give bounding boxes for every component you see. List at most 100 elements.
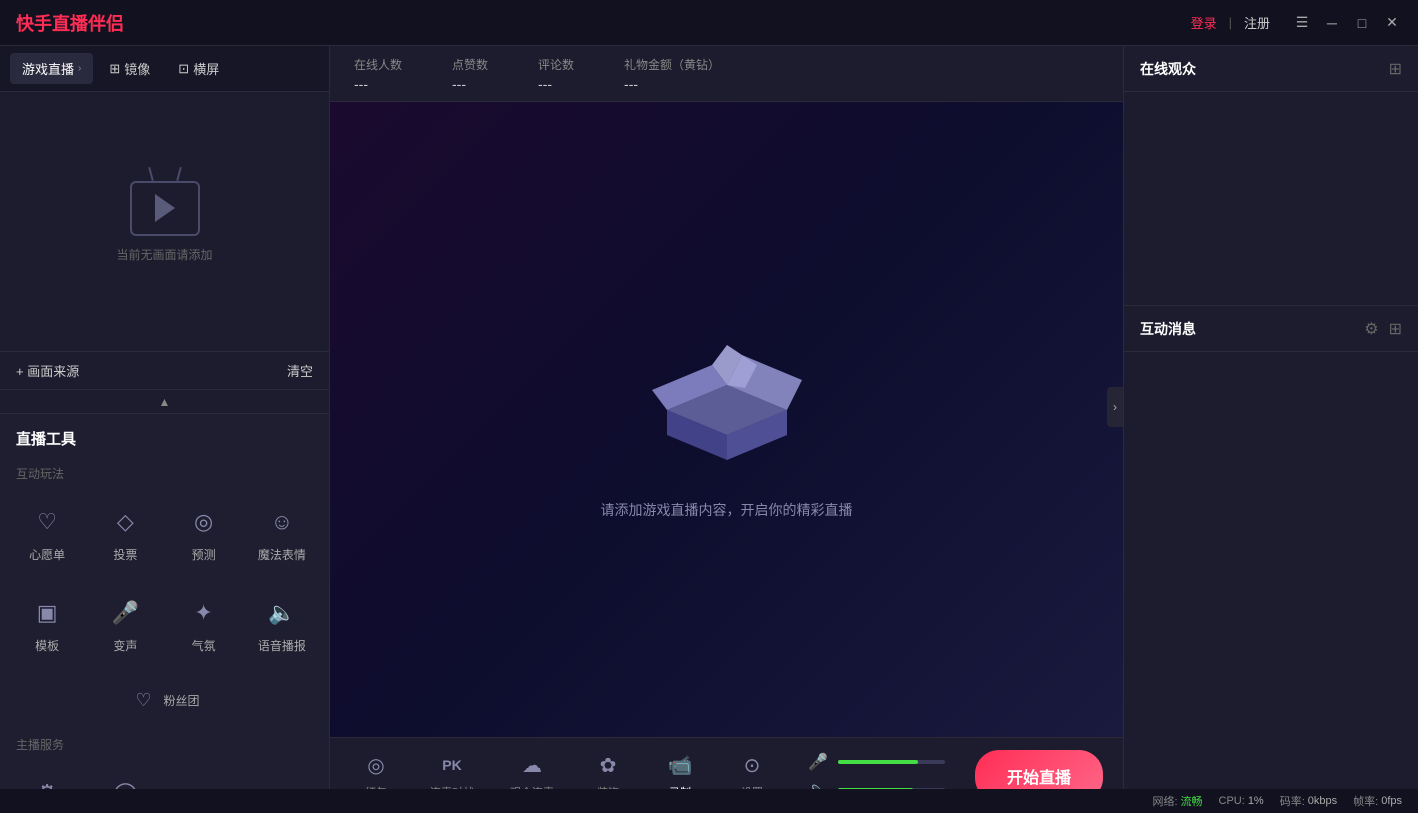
bitrate-label: 码率: — [1280, 793, 1305, 809]
wishlist-label: 心愿单 — [29, 546, 65, 563]
left-panel: 游戏直播 › ⊞ 镜像 ⊡ 横屏 当前无画面请添加 — [0, 46, 330, 813]
mic-volume-bar[interactable] — [838, 760, 945, 764]
source-controls: + 画面来源 清空 — [0, 352, 329, 390]
stat-online: 在线人数 --- — [354, 56, 402, 92]
network-label: 网络: — [1152, 793, 1177, 809]
play-triangle-icon — [155, 194, 175, 222]
right-panel: 在线观众 ⊞ 互动消息 ⚙ ⊞ › — [1123, 46, 1418, 813]
atmosphere-label: 气氛 — [192, 637, 216, 654]
tool-predict[interactable]: ◎ 预测 — [165, 492, 243, 575]
online-viewers-header: 在线观众 ⊞ — [1124, 46, 1418, 92]
menu-icon[interactable]: ☰ — [1292, 14, 1312, 31]
status-fps: 帧率: 0fps — [1353, 793, 1402, 809]
status-bar: 网络: 流畅 CPU: 1% 码率: 0kbps 帧率: 0fps — [0, 789, 1418, 813]
status-bitrate: 码率: 0kbps — [1280, 793, 1337, 809]
stat-likes-label: 点赞数 — [452, 56, 488, 73]
mic-icon: 🎤 — [808, 752, 828, 772]
stat-comments-value: --- — [538, 76, 574, 92]
tool-vote[interactable]: ◇ 投票 — [86, 492, 164, 575]
collapse-arrow-icon: ▲ — [159, 395, 171, 409]
vote-label: 投票 — [113, 546, 137, 563]
close-button[interactable]: ✕ — [1382, 14, 1402, 31]
center-panel: 在线人数 --- 点赞数 --- 评论数 --- 礼物金额（黄钻） --- — [330, 46, 1123, 813]
voice-broadcast-icon: 🔈 — [264, 595, 300, 631]
magic-face-icon: ☺ — [264, 504, 300, 540]
atmosphere-icon: ✦ — [186, 595, 222, 631]
messages-header: 互动消息 ⚙ ⊞ — [1124, 306, 1418, 352]
bitrate-value: 0kbps — [1308, 795, 1337, 807]
stat-online-label: 在线人数 — [354, 56, 402, 73]
predict-label: 预测 — [192, 546, 216, 563]
separator: | — [1229, 15, 1232, 30]
audience-link-icon: ☁ — [518, 751, 546, 779]
interactive-section-label: 互动玩法 — [0, 457, 329, 488]
tab-game-live-label: 游戏直播 — [22, 59, 74, 78]
stat-likes-value: --- — [452, 76, 488, 92]
online-viewers-panel: 在线观众 ⊞ — [1124, 46, 1418, 306]
preview-label: 当前无画面请添加 — [116, 246, 212, 263]
messages-settings-icon[interactable]: ⚙ — [1364, 319, 1378, 339]
window-controls: ☰ ─ □ ✕ — [1292, 14, 1402, 31]
voice-icon: 🎤 — [107, 595, 143, 631]
add-source-button[interactable]: + 画面来源 — [16, 361, 79, 380]
tool-voice[interactable]: 🎤 变声 — [86, 583, 164, 666]
network-value: 流畅 — [1181, 793, 1203, 809]
video-preview: 请添加游戏直播内容，开启你的精彩直播 — [330, 102, 1123, 737]
tab-game-live[interactable]: 游戏直播 › — [10, 53, 93, 84]
stat-gifts: 礼物金额（黄钻） --- — [624, 56, 720, 92]
title-right: 登录 | 注册 ☰ ─ □ ✕ — [1191, 13, 1402, 32]
tool-atmosphere[interactable]: ✦ 气氛 — [165, 583, 243, 666]
tab-mirror[interactable]: ⊞ 镜像 — [97, 53, 162, 84]
right-collapse-button[interactable]: › — [1107, 387, 1123, 427]
tool-voice-broadcast[interactable]: 🔈 语音播报 — [243, 583, 321, 666]
stats-bar: 在线人数 --- 点赞数 --- 评论数 --- 礼物金额（黄钻） --- — [330, 46, 1123, 102]
stat-gifts-label: 礼物金额（黄钻） — [624, 56, 720, 73]
tools-grid-row2: ▣ 模板 🎤 变声 ✦ 气氛 🔈 语音播报 — [0, 579, 329, 670]
tab-mirror-label: 镜像 — [124, 59, 150, 78]
preview-area: 当前无画面请添加 — [0, 92, 329, 352]
chevron-icon: › — [78, 63, 81, 74]
stat-comments: 评论数 --- — [538, 56, 574, 92]
pk-icon: PK — [438, 751, 466, 779]
interactive-messages-panel: 互动消息 ⚙ ⊞ — [1124, 306, 1418, 813]
stat-online-value: --- — [354, 76, 402, 92]
vote-icon: ◇ — [107, 504, 143, 540]
online-viewers-title: 在线观众 — [1140, 59, 1196, 79]
template-label: 模板 — [35, 637, 59, 654]
tool-template[interactable]: ▣ 模板 — [8, 583, 86, 666]
preview-tv-icon — [130, 181, 200, 236]
template-icon: ▣ — [29, 595, 65, 631]
collapse-row[interactable]: ▲ — [0, 390, 329, 414]
live-tools-title: 直播工具 — [0, 414, 329, 457]
preview-hint: 请添加游戏直播内容，开启你的精彩直播 — [601, 500, 853, 520]
fps-value: 0fps — [1381, 795, 1402, 807]
tab-landscape-label: 横屏 — [193, 59, 219, 78]
tool-magic-face[interactable]: ☺ 魔法表情 — [243, 492, 321, 575]
login-button[interactable]: 登录 — [1191, 13, 1217, 32]
online-viewers-expand-icon[interactable]: ⊞ — [1389, 59, 1402, 79]
restore-button[interactable]: □ — [1352, 15, 1372, 31]
fans-label: 粉丝团 — [163, 692, 199, 709]
record-icon: 📹 — [666, 751, 694, 779]
status-network: 网络: 流畅 — [1152, 793, 1202, 809]
minimize-button[interactable]: ─ — [1322, 15, 1342, 31]
messages-expand-icon[interactable]: ⊞ — [1389, 319, 1402, 339]
cpu-value: 1% — [1248, 795, 1264, 807]
messages-title: 互动消息 — [1140, 319, 1196, 339]
status-cpu: CPU: 1% — [1219, 795, 1264, 807]
tool-fans[interactable]: ♡ 粉丝团 — [16, 678, 313, 722]
tab-landscape[interactable]: ⊡ 横屏 — [166, 53, 231, 84]
voice-label: 变声 — [113, 637, 137, 654]
register-button[interactable]: 注册 — [1244, 13, 1270, 32]
tool-wishlist[interactable]: ♡ 心愿单 — [8, 492, 86, 575]
live-tools: 直播工具 互动玩法 ♡ 心愿单 ◇ 投票 ◎ 预测 ☺ 魔法表情 — [0, 414, 329, 813]
stat-likes: 点赞数 --- — [452, 56, 488, 92]
cpu-label: CPU: — [1219, 795, 1245, 807]
titlebar: 快手直播伴侣 登录 | 注册 ☰ ─ □ ✕ — [0, 0, 1418, 46]
stat-comments-label: 评论数 — [538, 56, 574, 73]
fps-label: 帧率: — [1353, 793, 1378, 809]
host-service-label: 主播服务 — [0, 728, 329, 759]
add-source-label: + 画面来源 — [16, 361, 79, 380]
clear-button[interactable]: 清空 — [287, 361, 313, 380]
mic-volume-fill — [838, 760, 918, 764]
